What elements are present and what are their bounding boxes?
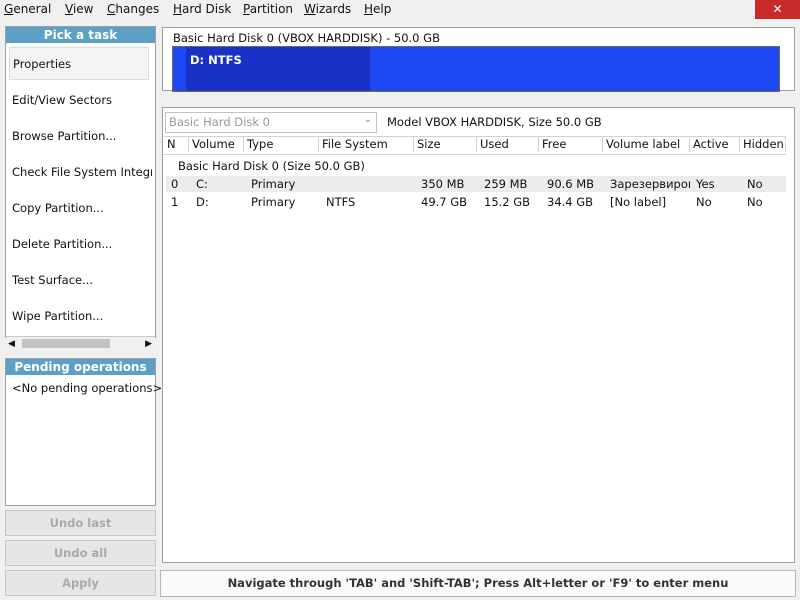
task-test-surface[interactable]: Test Surface... xyxy=(12,273,152,287)
status-bar: Navigate through 'TAB' and 'Shift-TAB'; … xyxy=(160,570,796,597)
col-type[interactable]: Type xyxy=(244,137,319,152)
row0-type: Primary xyxy=(251,177,296,191)
menu-help-label: elp xyxy=(373,2,392,16)
row1-size: 49.7 GB xyxy=(421,195,468,209)
menu-hard-disk-label: ard Disk xyxy=(182,2,232,16)
disk-selector[interactable]: Basic Hard Disk 0 ⌄ xyxy=(165,112,377,133)
row1-type: Primary xyxy=(251,195,296,209)
partition-d-block[interactable]: D: NTFS xyxy=(172,46,780,92)
menu-general[interactable]: General xyxy=(4,2,51,16)
menu-bar: General View Changes Hard Disk Partition… xyxy=(0,0,800,19)
menu-partition-mnemonic: P xyxy=(243,2,250,16)
partition-d-label: D: NTFS xyxy=(190,53,242,67)
row1-label: [No label] xyxy=(610,195,667,209)
close-button[interactable]: ✕ xyxy=(755,0,800,19)
menu-hard-disk-mnemonic: H xyxy=(173,2,183,16)
undo-last-button[interactable]: Undo last xyxy=(5,510,156,536)
col-hidden[interactable]: Hidden xyxy=(740,137,786,152)
row1-active: No xyxy=(696,195,712,209)
menu-view-label: iew xyxy=(72,2,94,16)
task-properties[interactable]: Properties xyxy=(9,47,149,80)
disk-selector-value: Basic Hard Disk 0 xyxy=(169,115,270,129)
task-copy-partition[interactable]: Copy Partition... xyxy=(12,201,152,215)
menu-general-mnemonic: G xyxy=(4,2,14,16)
scroll-right-icon[interactable]: ▶ xyxy=(145,337,152,351)
task-panel-header: Pick a task xyxy=(6,27,155,43)
row0-free: 90.6 MB xyxy=(547,177,595,191)
col-used[interactable]: Used xyxy=(477,137,539,152)
close-icon: ✕ xyxy=(772,2,783,16)
row0-volume: C: xyxy=(196,177,208,191)
menu-wizards-label: izards xyxy=(315,2,352,16)
row1-volume: D: xyxy=(196,195,209,209)
row1-fs: NTFS xyxy=(326,195,356,209)
col-volume-label[interactable]: Volume label xyxy=(603,137,690,152)
task-check-file-system[interactable]: Check File System Integri xyxy=(12,165,152,179)
task-panel-scrollbar[interactable]: ◀ ▶ xyxy=(6,336,155,351)
task-delete-partition[interactable]: Delete Partition... xyxy=(12,237,152,251)
scroll-thumb[interactable] xyxy=(22,339,110,348)
col-n[interactable]: N xyxy=(164,137,189,152)
col-file-system[interactable]: File System xyxy=(319,137,414,152)
menu-view-mnemonic: V xyxy=(65,2,73,16)
col-size[interactable]: Size xyxy=(414,137,477,152)
pending-empty-text: <No pending operations> xyxy=(12,381,163,395)
col-active[interactable]: Active xyxy=(690,137,740,152)
disk-group-label[interactable]: Basic Hard Disk 0 (Size 50.0 GB) xyxy=(178,159,365,173)
row0-size: 350 MB xyxy=(421,177,465,191)
row0-active: Yes xyxy=(696,177,715,191)
menu-partition[interactable]: Partition xyxy=(243,2,293,16)
task-edit-view-sectors[interactable]: Edit/View Sectors xyxy=(12,93,152,107)
pending-panel-header: Pending operations xyxy=(6,359,155,375)
row0-label: Зарезервиров xyxy=(610,177,690,191)
col-volume[interactable]: Volume xyxy=(189,137,244,152)
row1-free: 34.4 GB xyxy=(547,195,594,209)
menu-hard-disk[interactable]: Hard Disk xyxy=(173,2,231,16)
task-browse-partition[interactable]: Browse Partition... xyxy=(12,129,152,143)
menu-help[interactable]: Help xyxy=(364,2,391,16)
pending-panel: Pending operations <No pending operation… xyxy=(5,358,162,506)
menu-help-mnemonic: H xyxy=(364,2,374,16)
row1-hidden: No xyxy=(747,195,763,209)
menu-wizards[interactable]: Wizards xyxy=(304,2,351,16)
menu-view[interactable]: View xyxy=(65,2,93,16)
disk-map-title: Basic Hard Disk 0 (VBOX HARDDISK) - 50.0… xyxy=(173,31,440,45)
task-wipe-partition[interactable]: Wipe Partition... xyxy=(12,309,152,323)
row0-used: 259 MB xyxy=(484,177,528,191)
menu-partition-label: artition xyxy=(249,2,294,16)
menu-changes-label: hanges xyxy=(115,2,160,16)
row1-n: 1 xyxy=(171,195,179,209)
task-panel: Pick a task Properties Edit/View Sectors… xyxy=(5,26,156,351)
scroll-left-icon[interactable]: ◀ xyxy=(8,337,15,351)
menu-changes[interactable]: Changes xyxy=(107,2,159,16)
row1-used: 15.2 GB xyxy=(484,195,531,209)
menu-wizards-mnemonic: W xyxy=(304,2,316,16)
row0-n: 0 xyxy=(171,177,179,191)
disk-model-text: Model VBOX HARDDISK, Size 50.0 GB xyxy=(387,115,602,129)
undo-all-button[interactable]: Undo all xyxy=(5,540,156,566)
chevron-down-icon[interactable]: ⌄ xyxy=(364,114,372,125)
col-free[interactable]: Free xyxy=(539,137,603,152)
row0-hidden: No xyxy=(747,177,763,191)
apply-button[interactable]: Apply xyxy=(5,570,156,596)
menu-general-label: eneral xyxy=(13,2,52,16)
